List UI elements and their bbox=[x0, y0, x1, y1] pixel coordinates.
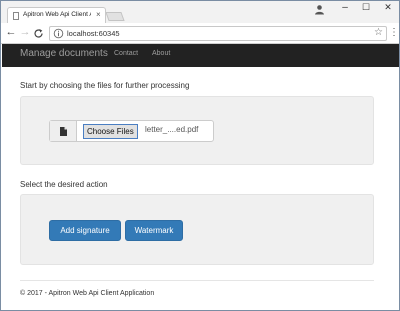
file-input-group[interactable]: Choose Files letter_....ed.pdf bbox=[49, 120, 214, 142]
footer-divider bbox=[20, 280, 374, 281]
close-window-button[interactable]: ✕ bbox=[381, 2, 395, 13]
maximize-button[interactable]: ☐ bbox=[359, 2, 373, 13]
file-addon bbox=[50, 121, 77, 141]
navbar-brand[interactable]: Manage documents bbox=[20, 48, 108, 59]
file-icon bbox=[60, 127, 67, 136]
info-icon[interactable] bbox=[53, 28, 64, 39]
profile-icon[interactable] bbox=[314, 4, 325, 15]
watermark-button[interactable]: Watermark bbox=[125, 220, 183, 241]
tab-title: Apitron Web Api Client A bbox=[23, 11, 91, 18]
bookmark-star-icon[interactable]: ☆ bbox=[374, 27, 383, 38]
url-text[interactable]: localhost:60345 bbox=[67, 29, 120, 38]
title-bar: Apitron Web Api Client A × – ☐ ✕ bbox=[1, 1, 399, 23]
minimize-button[interactable]: – bbox=[338, 2, 352, 13]
add-signature-button[interactable]: Add signature bbox=[49, 220, 121, 241]
page-favicon-icon bbox=[13, 12, 19, 20]
url-bar[interactable]: localhost:60345 ☆ bbox=[49, 26, 387, 41]
browser-menu-icon[interactable]: ⋮ bbox=[389, 27, 399, 38]
address-toolbar: ← → localhost:60345 ☆ ⋮ bbox=[1, 23, 399, 44]
nav-link-about[interactable]: About bbox=[152, 50, 170, 57]
tab-close-icon[interactable]: × bbox=[96, 10, 101, 19]
nav-link-contact[interactable]: Contact bbox=[114, 50, 138, 57]
site-navbar: Manage documents Contact About bbox=[2, 44, 399, 67]
upload-section-label: Start by choosing the files for further … bbox=[20, 81, 190, 90]
footer-text: © 2017 - Apitron Web Api Client Applicat… bbox=[20, 290, 155, 297]
browser-window: Apitron Web Api Client A × – ☐ ✕ ← → loc… bbox=[0, 0, 400, 311]
new-tab-button[interactable] bbox=[105, 12, 125, 21]
back-button[interactable]: ← bbox=[5, 26, 17, 38]
reload-icon[interactable] bbox=[33, 28, 44, 39]
browser-tab[interactable]: Apitron Web Api Client A × bbox=[7, 7, 106, 23]
selected-file-name: letter_....ed.pdf bbox=[145, 125, 199, 134]
choose-files-button[interactable]: Choose Files bbox=[83, 124, 138, 139]
forward-button[interactable]: → bbox=[19, 26, 31, 38]
action-section-label: Select the desired action bbox=[20, 180, 108, 189]
